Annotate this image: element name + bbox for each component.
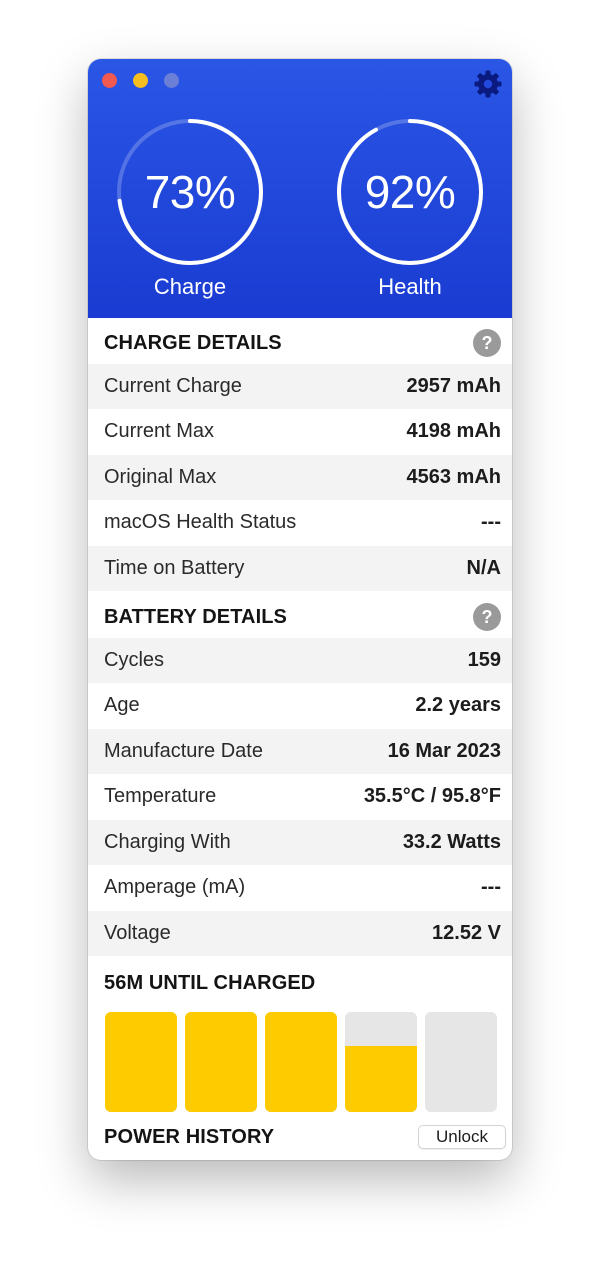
detail-row-current-max: Current Max 4198 mAh bbox=[88, 409, 512, 454]
health-ring: 92% bbox=[336, 118, 484, 266]
row-value: 33.2 Watts bbox=[402, 831, 501, 853]
row-label: Temperature bbox=[104, 785, 217, 807]
charge-details-heading: CHARGE DETAILS bbox=[104, 332, 282, 354]
detail-row-charging-with: Charging With 33.2 Watts bbox=[88, 820, 512, 865]
row-value: 159 bbox=[467, 649, 501, 671]
charge-ring: 73% bbox=[116, 118, 264, 266]
detail-row-current-charge: Current Charge 2957 mAh bbox=[88, 364, 512, 409]
zoom-window-button[interactable] bbox=[164, 73, 179, 88]
minimize-window-button[interactable] bbox=[133, 73, 148, 88]
row-value: N/A bbox=[466, 557, 501, 579]
health-label: Health bbox=[378, 274, 442, 299]
detail-row-amperage: Amperage (mA) --- bbox=[88, 865, 512, 910]
row-value: --- bbox=[481, 876, 501, 898]
close-window-button[interactable] bbox=[102, 73, 117, 88]
charge-level-bar bbox=[345, 1012, 417, 1112]
row-label: Cycles bbox=[104, 649, 165, 671]
row-value: 16 Mar 2023 bbox=[387, 740, 501, 762]
charge-details-help-icon[interactable]: ? bbox=[473, 329, 501, 357]
detail-row-original-max: Original Max 4563 mAh bbox=[88, 455, 512, 500]
row-label: Age bbox=[104, 694, 140, 716]
unlock-button[interactable]: Unlock bbox=[418, 1125, 506, 1149]
detail-row-age: Age 2.2 years bbox=[88, 683, 512, 728]
charge-percent: 73% bbox=[144, 166, 236, 218]
header-panel: 73% Charge 92% Health bbox=[88, 59, 512, 318]
power-history-heading: POWER HISTORY bbox=[104, 1126, 275, 1148]
row-label: Voltage bbox=[104, 922, 171, 944]
detail-row-health-status: macOS Health Status --- bbox=[88, 500, 512, 545]
row-label: Current Max bbox=[104, 420, 215, 442]
detail-row-time-on-battery: Time on Battery N/A bbox=[88, 546, 512, 591]
charge-level-fill bbox=[105, 1012, 177, 1112]
row-value: 35.5°C / 95.8°F bbox=[363, 785, 501, 807]
row-label: Charging With bbox=[104, 831, 231, 853]
row-label: Time on Battery bbox=[104, 557, 245, 579]
row-label: Manufacture Date bbox=[104, 740, 263, 762]
row-value: 2957 mAh bbox=[406, 375, 502, 397]
charge-label: Charge bbox=[153, 274, 227, 299]
battery-window: 73% Charge 92% Health CHARGE DETAILS ? C… bbox=[88, 59, 512, 1160]
row-label: Original Max bbox=[104, 466, 217, 488]
row-value: 4198 mAh bbox=[406, 420, 502, 442]
charge-level-bar bbox=[425, 1012, 497, 1112]
health-percent: 92% bbox=[364, 166, 456, 218]
detail-row-voltage: Voltage 12.52 V bbox=[88, 911, 512, 956]
charge-level-fill bbox=[185, 1012, 257, 1112]
detail-row-cycles: Cycles 159 bbox=[88, 638, 512, 683]
row-value: --- bbox=[481, 511, 501, 533]
row-value: 12.52 V bbox=[432, 922, 501, 944]
battery-details-help-icon[interactable]: ? bbox=[473, 603, 501, 631]
row-label: Current Charge bbox=[104, 375, 242, 397]
charge-level-bar bbox=[105, 1012, 177, 1112]
row-label: macOS Health Status bbox=[104, 511, 297, 533]
charge-level-fill bbox=[345, 1046, 417, 1112]
charge-level-bar bbox=[265, 1012, 337, 1112]
battery-details-heading: BATTERY DETAILS bbox=[104, 606, 287, 628]
row-label: Amperage (mA) bbox=[104, 876, 246, 898]
detail-row-manufacture-date: Manufacture Date 16 Mar 2023 bbox=[88, 729, 512, 774]
charge-level-bar bbox=[185, 1012, 257, 1112]
charge-level-fill bbox=[265, 1012, 337, 1112]
row-value: 4563 mAh bbox=[406, 466, 502, 488]
time-until-charged-heading: 56M UNTIL CHARGED bbox=[104, 972, 316, 994]
row-value: 2.2 years bbox=[415, 694, 501, 716]
detail-row-temperature: Temperature 35.5°C / 95.8°F bbox=[88, 774, 512, 819]
gear-icon[interactable] bbox=[473, 69, 503, 99]
